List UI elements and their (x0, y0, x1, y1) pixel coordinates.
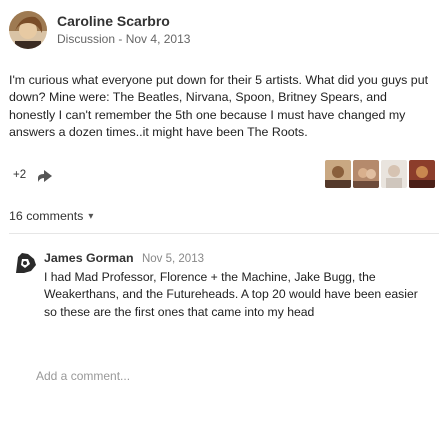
comment-header: James Gorman Nov 5, 2013 (44, 249, 434, 267)
comments-count-label: 16 comments (9, 209, 84, 223)
post-subline: Discussion - Nov 4, 2013 (57, 32, 190, 47)
commenter-avatar[interactable] (14, 251, 38, 275)
author-avatar[interactable] (9, 11, 47, 49)
post-date[interactable]: Nov 4, 2013 (126, 32, 191, 46)
post-header: Caroline Scarbro Discussion - Nov 4, 201… (9, 10, 190, 50)
liker-avatar[interactable] (325, 160, 351, 188)
share-arrow-icon[interactable] (38, 169, 53, 182)
post-context[interactable]: Discussion (57, 32, 115, 46)
comments-toggle[interactable]: 16 comments ▾ (9, 209, 93, 223)
vote-group: +2 (9, 163, 53, 187)
plus-one-count[interactable]: +2 (13, 169, 26, 181)
likers-avatars (325, 160, 435, 188)
post-meta: Caroline Scarbro Discussion - Nov 4, 201… (57, 13, 190, 47)
liker-avatar[interactable] (409, 160, 435, 188)
chevron-down-icon: ▾ (88, 210, 94, 222)
comment-author-name[interactable]: James Gorman (44, 251, 134, 265)
comment-date[interactable]: Nov 5, 2013 (142, 253, 204, 265)
add-comment-input[interactable]: Add a comment... (11, 362, 441, 390)
post-actions: +2 (9, 160, 439, 190)
divider (9, 233, 439, 234)
post-separator: - (118, 32, 123, 46)
post-body: I'm curious what everyone put down for t… (9, 73, 429, 139)
comment-content: James Gorman Nov 5, 2013 I had Mad Profe… (44, 249, 434, 321)
comment-text: I had Mad Professor, Florence + the Mach… (44, 270, 418, 319)
liker-avatar[interactable] (353, 160, 379, 188)
post-author-name[interactable]: Caroline Scarbro (57, 13, 190, 30)
liker-avatar[interactable] (381, 160, 407, 188)
